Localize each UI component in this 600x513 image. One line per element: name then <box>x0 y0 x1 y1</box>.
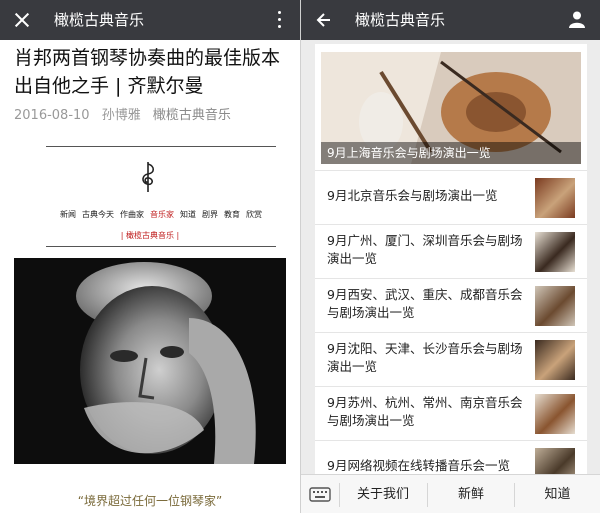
category-item[interactable]: 古典今天 <box>82 209 114 220</box>
featured-caption: 9月上海音乐会与剧场演出一览 <box>321 142 581 164</box>
portrait-illustration <box>14 258 286 464</box>
article-list: 9月上海音乐会与剧场演出一览 9月北京音乐会与剧场演出一览 9月广州、厦门、深圳音… <box>315 44 587 474</box>
list-item-title: 9月广州、厦门、深圳音乐会与剧场演出一览 <box>327 233 523 266</box>
article-title: 肖邦两首钢琴协奏曲的最佳版本出自他之手 | 齐默尔曼 <box>14 47 281 97</box>
author: 孙博雅 <box>101 108 141 123</box>
category-item[interactable]: 音乐家 <box>150 209 174 220</box>
list-item-thumbnail <box>535 394 575 434</box>
list-item-title: 9月沈阳、天津、长沙音乐会与剧场演出一览 <box>327 341 523 374</box>
category-item[interactable]: 知道 <box>180 209 196 220</box>
list-item[interactable]: 9月沈阳、天津、长沙音乐会与剧场演出一览 <box>315 332 587 385</box>
list-item[interactable]: 9月北京音乐会与剧场演出一览 <box>315 170 587 223</box>
featured-article[interactable]: 9月上海音乐会与剧场演出一览 <box>321 52 581 164</box>
menu-fresh[interactable]: 新鲜 <box>428 475 514 513</box>
divider-bottom <box>46 246 276 247</box>
article-meta: 2016-08-10 孙博雅 橄榄古典音乐 <box>14 104 239 123</box>
list-item-title: 9月网络视频在线转播音乐会一览 <box>327 458 510 473</box>
list-item-thumbnail <box>535 286 575 326</box>
keyboard-icon[interactable] <box>309 483 331 505</box>
category-nav: 新闻 古典今天 作曲家 音乐家 知道 剧界 教育 欣赏 <box>46 209 276 220</box>
category-item[interactable]: 剧界 <box>202 209 218 220</box>
top-bar-title: 橄榄古典音乐 <box>355 11 446 29</box>
list-item-thumbnail <box>535 232 575 272</box>
top-bar: 橄榄古典音乐 <box>0 0 300 40</box>
list-item-thumbnail <box>535 448 575 474</box>
list-item-title: 9月苏州、杭州、常州、南京音乐会与剧场演出一览 <box>327 395 523 428</box>
category-item[interactable]: 教育 <box>224 209 240 220</box>
brand-tag: | 橄榄古典音乐 | <box>120 231 180 240</box>
pianist-portrait <box>14 258 286 464</box>
menu-about-us[interactable]: 关于我们 <box>340 475 426 513</box>
category-item[interactable]: 新闻 <box>60 209 76 220</box>
publish-date: 2016-08-10 <box>14 108 90 123</box>
clef-icon <box>142 162 155 192</box>
list-item[interactable]: 9月网络视频在线转播音乐会一览 <box>315 440 587 474</box>
menu-know[interactable]: 知道 <box>515 475 600 513</box>
category-item[interactable]: 欣赏 <box>246 209 262 220</box>
list-item[interactable]: 9月苏州、杭州、常州、南京音乐会与剧场演出一览 <box>315 386 587 439</box>
profile-icon[interactable] <box>568 10 586 28</box>
top-bar: 橄榄古典音乐 <box>301 0 600 40</box>
article-quote: “境界超过任何一位钢琴家” <box>77 494 223 508</box>
list-item[interactable]: 9月西安、武汉、重庆、成都音乐会与剧场演出一览 <box>315 278 587 331</box>
back-arrow-icon[interactable] <box>315 12 331 28</box>
close-icon[interactable] <box>14 12 30 28</box>
list-item[interactable]: 9月广州、厦门、深圳音乐会与剧场演出一览 <box>315 224 587 277</box>
account-link[interactable]: 橄榄古典音乐 <box>153 108 231 123</box>
article-screen: 橄榄古典音乐 肖邦两首钢琴协奏曲的最佳版本出自他之手 | 齐默尔曼 2016-0… <box>0 0 300 513</box>
category-item[interactable]: 作曲家 <box>120 209 144 220</box>
divider-top <box>46 146 276 147</box>
list-item-title: 9月北京音乐会与剧场演出一览 <box>327 188 498 203</box>
top-bar-title: 橄榄古典音乐 <box>54 11 145 29</box>
bottom-menu: 关于我们 新鲜 知道 <box>301 474 600 513</box>
list-item-thumbnail <box>535 340 575 380</box>
more-icon[interactable] <box>278 11 282 29</box>
list-item-thumbnail <box>535 178 575 218</box>
account-home-screen: 橄榄古典音乐 9月上海音乐会与剧场演出一览 9月北京音乐会与剧场演出一览 9月广州… <box>301 0 600 513</box>
list-item-title: 9月西安、武汉、重庆、成都音乐会与剧场演出一览 <box>327 287 523 320</box>
